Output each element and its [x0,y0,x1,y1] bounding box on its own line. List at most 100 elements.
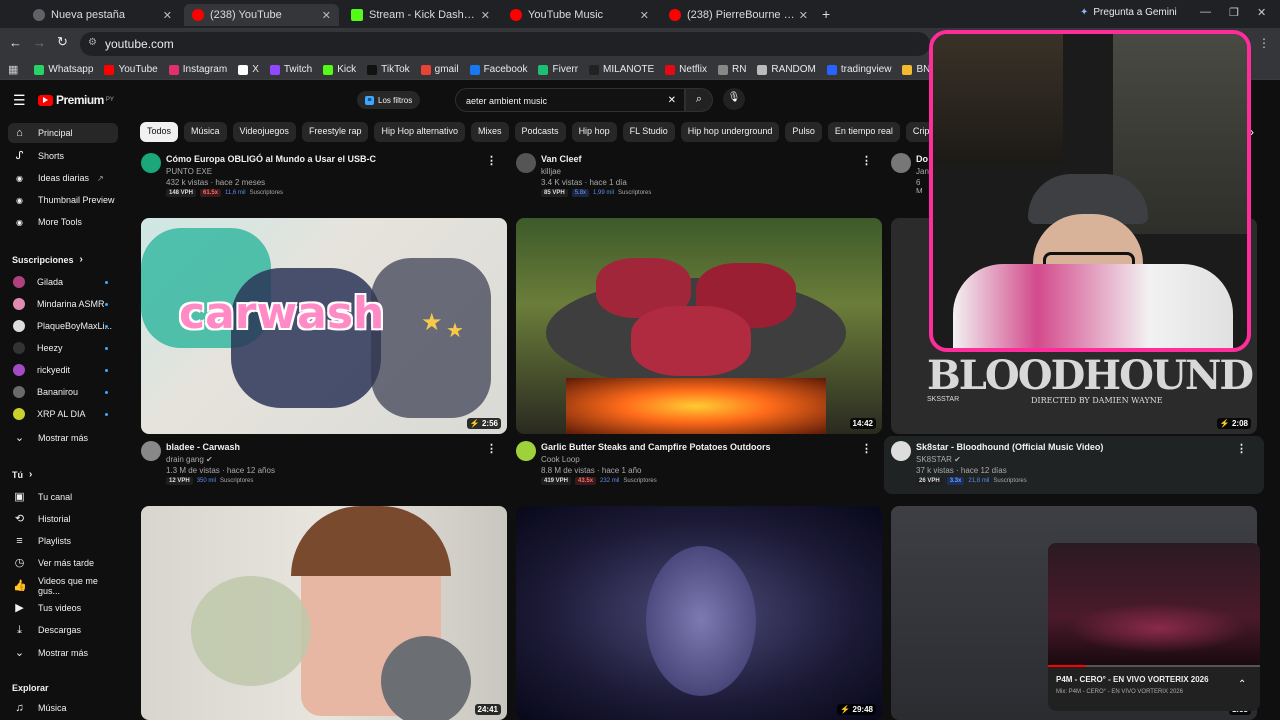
bookmark-rn[interactable]: RN [717,64,746,75]
bookmark-whatsapp[interactable]: Whatsapp [34,64,93,75]
bookmark-tiktok[interactable]: TikTok [367,64,410,75]
channel-avatar[interactable] [891,153,911,173]
sidebar-item-ideas-diarias[interactable]: ◉ Ideas diarias ↗ [8,168,118,188]
tab-kick-dashboard[interactable]: Stream - Kick Dashboard ✕ [343,4,498,26]
bookmark-random[interactable]: RANDOM [757,64,816,75]
channel-avatar[interactable] [141,441,161,461]
chip-9[interactable]: Hip hop underground [680,122,780,142]
you-heading[interactable]: Tú › [12,469,32,480]
sidebar-sub-5[interactable]: Bananirou [8,382,118,402]
bookmark-facebook[interactable]: Facebook [469,64,527,75]
channel-name[interactable]: Jan [916,167,929,176]
tab-youtube-music[interactable]: YouTube Music ✕ [502,4,657,26]
gemini-button[interactable]: ✦ Pregunta a Gemini [1080,7,1177,18]
close-icon[interactable]: ✕ [322,9,331,22]
youtube-logo[interactable]: Premium PY [38,93,114,107]
site-info-icon[interactable]: ⚙ [88,37,97,48]
tab-nueva-pestana[interactable]: Nueva pestaña ✕ [25,4,180,26]
search-input[interactable]: aeter ambient music ✕ [455,88,685,112]
sidebar-item-thumbnail-preview[interactable]: ◉ Thumbnail Preview [8,190,118,210]
sidebar-item-descargas[interactable]: ⤓ Descargas [8,620,118,640]
maximize-button[interactable]: ❐ [1229,6,1239,19]
chip-1[interactable]: Música [184,122,227,142]
subscriptions-heading[interactable]: Suscripciones › [12,254,83,265]
chip-7[interactable]: Hip hop [571,122,617,142]
video-title[interactable]: Cómo Europa OBLIGÓ al Mundo a Usar el US… [166,154,376,164]
chip-10[interactable]: Pulso [785,122,822,142]
sidebar-item-historial[interactable]: ⟲ Historial [8,509,118,529]
reload-icon[interactable]: ↻ [57,34,68,50]
hamburger-menu-icon[interactable]: ☰ [13,92,26,109]
filters-button[interactable]: ≡ Los filtros [357,91,421,109]
sidebar-item-tus-videos[interactable]: ▶ Tus videos [8,598,118,618]
bookmark-fiverr[interactable]: Fiverr [538,64,578,75]
apps-icon[interactable]: ▦ [8,63,18,76]
video-title[interactable]: Van Cleef [541,154,582,164]
sidebar-sub-2[interactable]: PlaqueBoyMaxLi... [8,316,118,336]
video-thumbnail-carwash[interactable]: carwash ★ ★ ⚡ 2:56 [141,218,507,434]
more-options-icon[interactable]: ⋮ [486,154,497,167]
close-icon[interactable]: ✕ [799,9,808,22]
close-icon[interactable]: ✕ [481,9,490,22]
tab-pierrebourne[interactable]: (238) PierreBourne - YouTube ✕ [661,4,816,26]
sidebar-item-principal[interactable]: ⌂ Principal [8,123,118,143]
video-title[interactable]: Do [916,154,928,164]
sidebar-item-show-more-you[interactable]: ⌄ Mostrar más [8,643,118,663]
search-button[interactable]: ⌕ [685,88,713,112]
video-card-top-3[interactable]: Do Jan 6 M [891,153,929,193]
channel-name[interactable]: killjae [541,167,561,176]
minimize-button[interactable]: — [1200,6,1211,18]
sidebar-sub-6[interactable]: XRP AL DIA [8,404,118,424]
bookmark-youtube[interactable]: YouTube [104,64,158,75]
bookmark-tradingview[interactable]: tradingview [826,64,891,75]
channel-avatar[interactable] [891,441,911,461]
chip-11[interactable]: En tiempo real [827,122,900,142]
more-options-icon[interactable]: ⋮ [861,154,872,167]
clear-search-icon[interactable]: ✕ [668,95,676,106]
miniplayer-title[interactable]: P4M - CERO° - EN VIVO VORTERIX 2026 [1056,675,1209,684]
channel-name[interactable]: SK8STAR ✔ [916,455,961,464]
channel-name[interactable]: PUNTO EXE [166,167,212,176]
sidebar-item-ver-mas-tarde[interactable]: ◷ Ver más tarde [8,553,118,573]
more-options-icon[interactable]: ⋮ [861,442,872,455]
bookmark-twitch[interactable]: Twitch [269,64,312,75]
channel-name[interactable]: Cook Loop [541,455,580,464]
close-icon[interactable]: ✕ [640,9,649,22]
chip-3[interactable]: Freestyle rap [301,122,369,142]
tab-youtube[interactable]: (238) YouTube ✕ [184,4,339,26]
chip-2[interactable]: Videojuegos [232,122,296,142]
channel-avatar[interactable] [516,153,536,173]
bookmark-gmail[interactable]: gmail [420,64,459,75]
sidebar-sub-3[interactable]: Heezy [8,338,118,358]
sidebar-item-liked-videos[interactable]: 👍 Videos que me gus... [8,576,118,596]
forward-icon[interactable]: → [33,35,46,50]
bookmark-netflix[interactable]: Netflix [665,64,707,75]
sidebar-sub-1[interactable]: Mindarina ASMR [8,294,118,314]
sidebar-item-more-tools[interactable]: ◉ More Tools [8,212,118,232]
chip-8[interactable]: FL Studio [622,122,675,142]
back-icon[interactable]: ← [9,35,22,50]
video-thumbnail-ambient[interactable]: ⚡ 29:48 [516,506,882,720]
chip-6[interactable]: Podcasts [514,122,566,142]
video-title[interactable]: bladee - Carwash [166,442,240,452]
more-options-icon[interactable]: ⋮ [486,442,497,455]
chip-4[interactable]: Hip Hop alternativo [374,122,466,142]
sidebar-sub-0[interactable]: Gilada [8,272,118,292]
chip-5[interactable]: Mixes [471,122,509,142]
bookmark-kick[interactable]: Kick [323,64,356,75]
miniplayer[interactable]: P4M - CERO° - EN VIVO VORTERIX 2026 Mix:… [1048,543,1260,711]
miniplayer-video[interactable] [1048,543,1260,665]
miniplayer-progress-track[interactable] [1048,665,1260,667]
channel-avatar[interactable] [516,441,536,461]
new-tab-button[interactable]: + [822,6,830,22]
sidebar-sub-4[interactable]: rickyedit [8,360,118,380]
bookmark-milanote[interactable]: MILANOTE [589,64,654,75]
more-options-icon[interactable]: ⋮ [1236,442,1247,455]
expand-up-icon[interactable]: ⌃ [1238,679,1246,690]
sidebar-item-tu-canal[interactable]: ▣ Tu canal [8,487,118,507]
menu-icon[interactable]: ⋮ [1258,36,1270,50]
video-thumbnail-steaks[interactable]: 14:42 [516,218,882,434]
video-title[interactable]: Garlic Butter Steaks and Campfire Potato… [541,442,771,452]
sidebar-item-musica[interactable]: ♫ Música [8,698,118,718]
channel-name[interactable]: drain gang ✔ [166,455,213,464]
